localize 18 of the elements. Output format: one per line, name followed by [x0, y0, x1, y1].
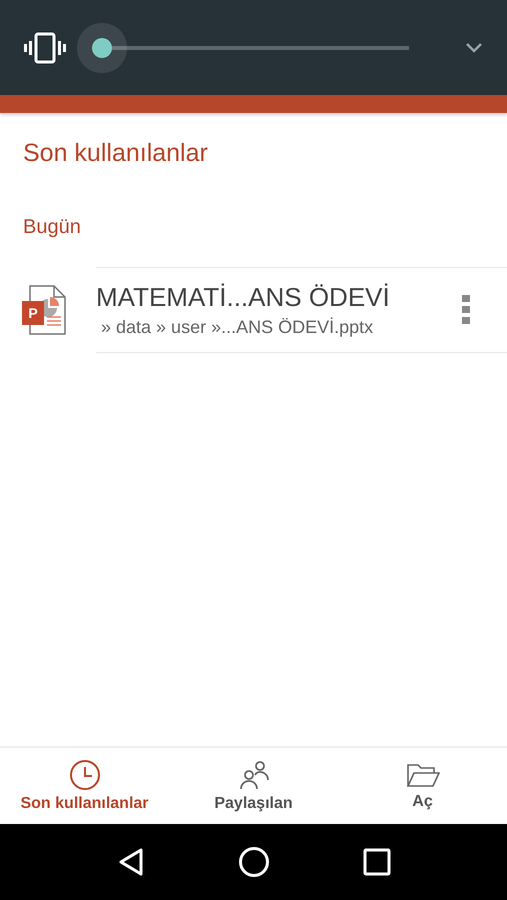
more-icon[interactable] [461, 295, 471, 325]
home-icon[interactable] [238, 846, 270, 878]
file-item[interactable]: MATEMATİ...ANS ÖDEVİ » data » user »...ANS ÖDEVİ.pptx [96, 267, 507, 353]
clock-icon [68, 759, 100, 791]
page-title: Son kullanılanlar [22, 138, 209, 168]
file-name: MATEMATİ...ANS ÖDEVİ [96, 282, 391, 313]
folder-icon [406, 761, 440, 789]
nav-tab[interactable]: Son kullanılanlar [0, 748, 169, 824]
recents-icon[interactable] [362, 848, 390, 876]
vibrate-icon[interactable] [24, 32, 66, 64]
nav-tab[interactable]: Paylaşılan [169, 748, 338, 824]
nav-tab[interactable]: Aç [338, 748, 507, 824]
file-path: » data » user »...ANS ÖDEVİ.pptx [100, 317, 374, 338]
chevron-down-icon[interactable] [465, 42, 483, 54]
group-label: Bugün [22, 215, 82, 239]
slider-thumb[interactable] [92, 38, 112, 58]
back-icon[interactable] [116, 847, 144, 877]
people-icon [238, 759, 270, 791]
